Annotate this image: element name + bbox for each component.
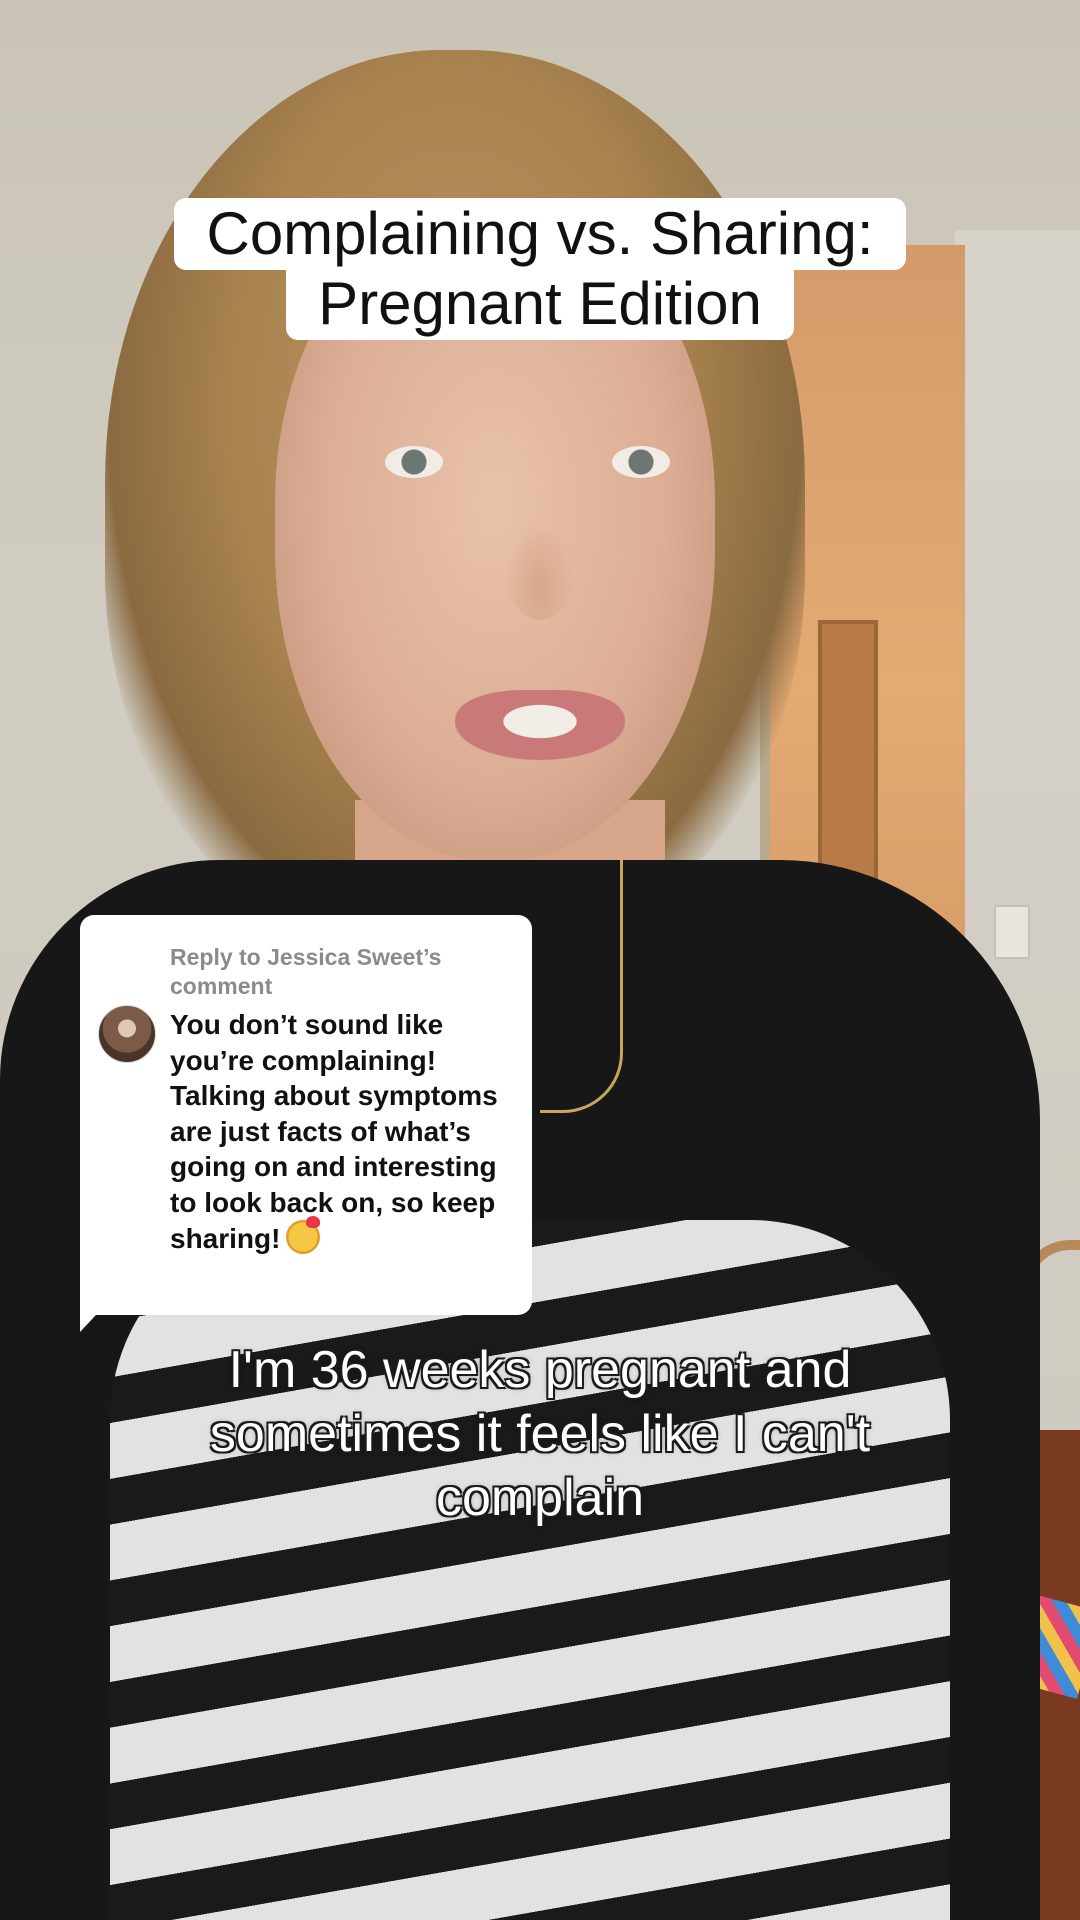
smiling-face-with-hearts-icon xyxy=(286,1216,321,1254)
title-line-2: Pregnant Edition xyxy=(286,268,794,340)
person-necklace xyxy=(540,860,623,1113)
person-nose xyxy=(505,520,575,620)
light-switch xyxy=(994,905,1030,959)
person-left-eye xyxy=(385,446,443,478)
reply-sticker-tail xyxy=(80,1300,110,1332)
video-frame[interactable]: Complaining vs. Sharing: Pregnant Editio… xyxy=(0,0,1080,1920)
title-line-1: Complaining vs. Sharing: xyxy=(174,198,906,270)
person-right-eye xyxy=(612,446,670,478)
commenter-avatar xyxy=(98,1005,156,1063)
title-overlay: Complaining vs. Sharing: Pregnant Editio… xyxy=(0,198,1080,340)
reply-comment-text: You don’t sound like you’re complaining!… xyxy=(170,1009,498,1254)
background-door xyxy=(818,620,878,888)
reply-header: Reply to Jessica Sweet’s comment xyxy=(170,944,442,999)
video-caption: I'm 36 weeks pregnant and sometimes it f… xyxy=(209,1341,871,1527)
reply-comment-sticker[interactable]: Reply to Jessica Sweet’s comment You don… xyxy=(80,915,532,1315)
sweater-skeleton-pattern xyxy=(110,1220,950,1920)
person-mouth xyxy=(455,690,625,760)
reply-comment-body: You don’t sound like you’re complaining!… xyxy=(170,1007,520,1257)
